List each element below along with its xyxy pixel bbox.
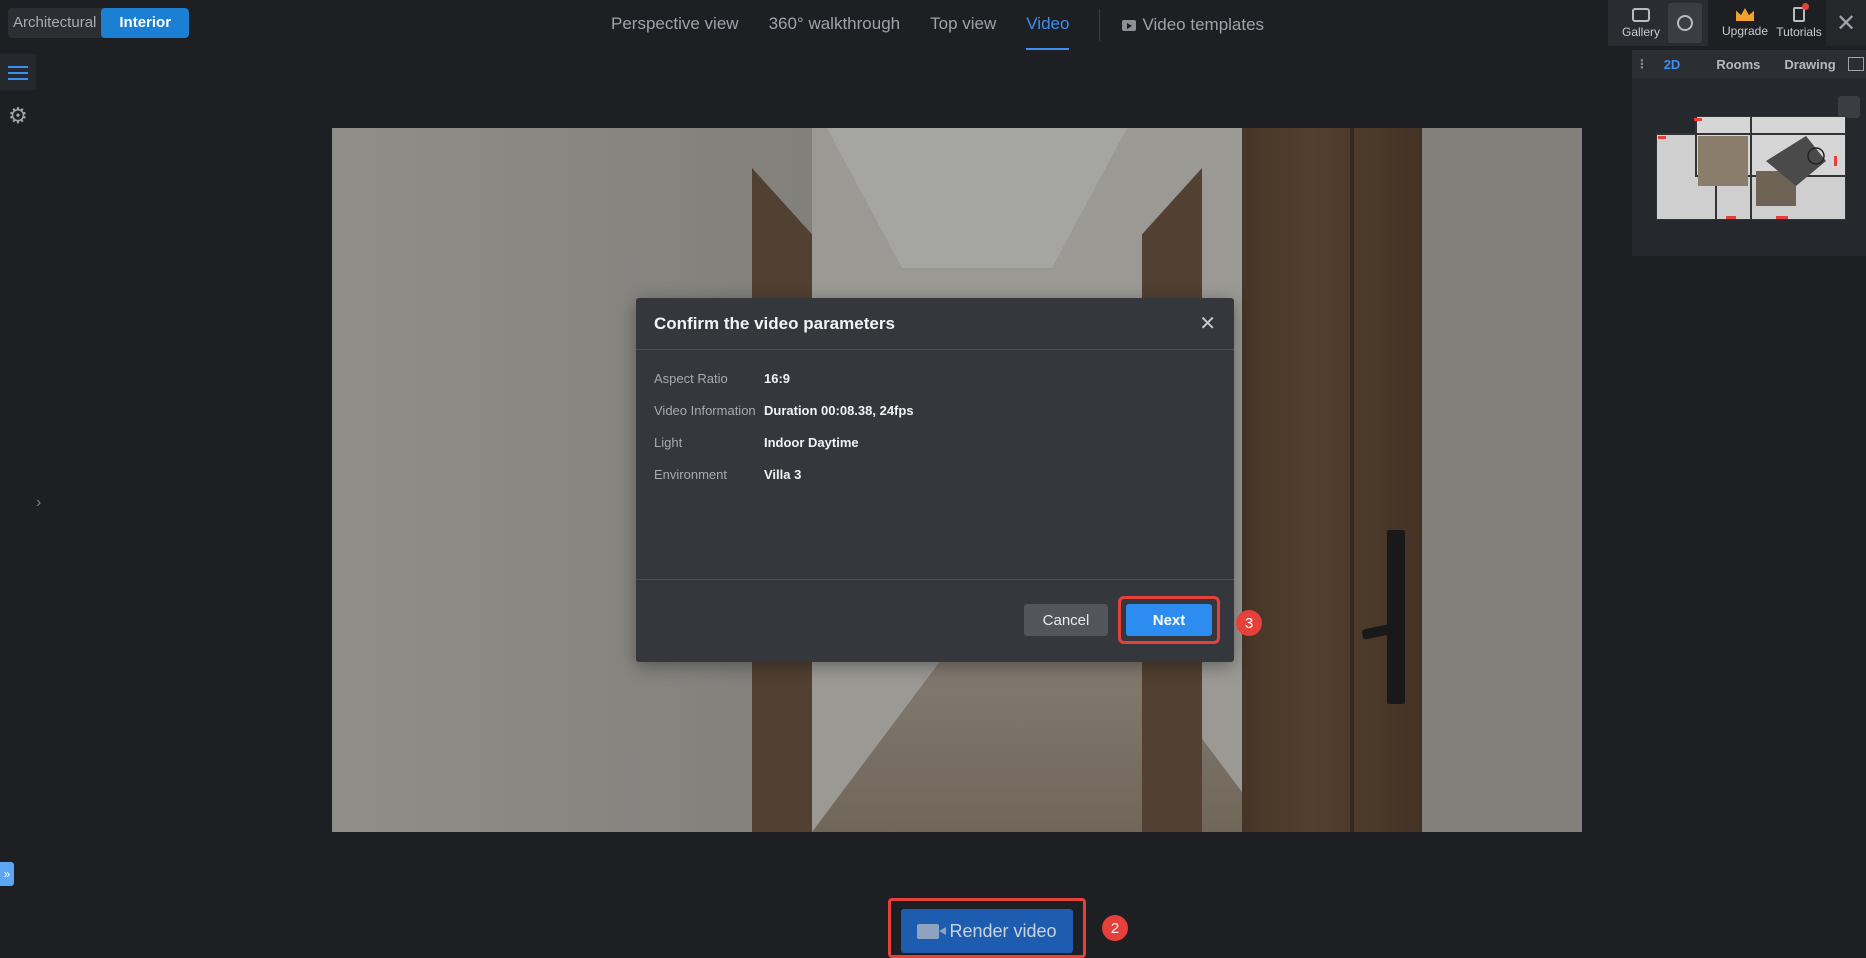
- video-template-icon: [1122, 19, 1137, 31]
- render-video-label: Render video: [949, 920, 1057, 941]
- param-label: Light: [654, 434, 683, 450]
- notification-dot: [1802, 3, 1809, 10]
- minimap-tab-drawing[interactable]: Drawing: [1772, 57, 1847, 72]
- tab-top-view[interactable]: Top view: [915, 0, 1011, 50]
- gallery-group: Gallery: [1608, 0, 1708, 46]
- param-value: Villa 3: [764, 466, 802, 482]
- param-value: Indoor Daytime: [764, 434, 859, 450]
- sliders-icon: [8, 64, 28, 80]
- param-label: Video Information: [654, 402, 756, 418]
- mode-interior[interactable]: Interior: [101, 8, 190, 38]
- mode-architectural[interactable]: Architectural: [8, 8, 101, 38]
- gallery-icon: [1632, 7, 1650, 22]
- dialog-body: Aspect Ratio 16:9 Video Information Dura…: [636, 350, 1234, 580]
- popout-icon[interactable]: [1847, 57, 1864, 71]
- chevron-right-icon[interactable]: ›: [36, 494, 41, 512]
- settings-button[interactable]: ⚙: [0, 98, 36, 134]
- param-label: Environment: [654, 466, 727, 482]
- crown-icon: [1736, 8, 1754, 21]
- minimap-panel: ⋮ 2D Rooms Drawing: [1632, 50, 1866, 256]
- param-row-environment: Environment Villa 3: [654, 458, 1216, 490]
- close-icon[interactable]: ✕: [1199, 311, 1216, 336]
- next-button[interactable]: Next: [1126, 604, 1212, 636]
- video-templates-label: Video templates: [1142, 15, 1265, 34]
- tutorials-label: Tutorials: [1776, 25, 1822, 39]
- next-highlight-box: Next: [1118, 596, 1220, 644]
- video-templates-button[interactable]: Video templates: [1122, 15, 1264, 35]
- view-tabs: Perspective view 360° walkthrough Top vi…: [596, 0, 1264, 50]
- render-video-button[interactable]: Render video: [901, 909, 1073, 953]
- minimap-tabs: ⋮ 2D Rooms Drawing: [1632, 50, 1866, 78]
- param-label: Aspect Ratio: [654, 370, 728, 386]
- tab-video[interactable]: Video: [1011, 0, 1084, 50]
- minimap-tab-2d[interactable]: 2D: [1652, 57, 1705, 72]
- cancel-button[interactable]: Cancel: [1024, 604, 1108, 636]
- step-badge-2: 2: [1102, 915, 1128, 941]
- clock-icon: [1677, 15, 1693, 31]
- expand-panel-icon[interactable]: »: [0, 862, 14, 886]
- drag-handle-icon[interactable]: ⋮: [1632, 57, 1652, 71]
- gear-icon: ⚙: [8, 103, 28, 128]
- step-badge-3: 3: [1236, 610, 1262, 636]
- video-parameters-dialog: Confirm the video parameters ✕ Aspect Ra…: [636, 298, 1234, 662]
- tutorials-button[interactable]: Tutorials: [1772, 3, 1826, 43]
- gallery-label: Gallery: [1621, 24, 1660, 39]
- render-highlight-box: Render video: [888, 898, 1086, 958]
- upgrade-label: Upgrade: [1721, 24, 1769, 38]
- book-icon: [1793, 3, 1809, 22]
- mode-toggle: Architectural Interior: [8, 8, 190, 38]
- gallery-button[interactable]: Gallery: [1614, 3, 1668, 43]
- app-root: Architectural Interior Perspective view …: [0, 0, 1866, 958]
- param-value: 16:9: [764, 370, 791, 386]
- dialog-footer: Cancel Next: [636, 580, 1234, 660]
- floor-plan-thumbnail[interactable]: [1656, 116, 1846, 220]
- dialog-header: Confirm the video parameters ✕: [636, 298, 1234, 350]
- tab-divider: [1099, 9, 1101, 41]
- minimap-tab-rooms[interactable]: Rooms: [1704, 57, 1772, 72]
- video-camera-icon: [917, 923, 947, 939]
- history-button[interactable]: [1668, 3, 1702, 43]
- top-right-toolbar: Gallery Upgrade Tutorials ✕: [1608, 0, 1866, 46]
- dialog-title: Confirm the video parameters: [654, 313, 895, 333]
- tab-360-walkthrough[interactable]: 360° walkthrough: [754, 0, 916, 50]
- param-row-video-information: Video Information Duration 00:08.38, 24f…: [654, 394, 1216, 426]
- param-value: Duration 00:08.38, 24fps: [764, 402, 914, 418]
- param-row-light: Light Indoor Daytime: [654, 426, 1216, 458]
- close-icon[interactable]: ✕: [1826, 0, 1866, 46]
- upgrade-button[interactable]: Upgrade: [1718, 3, 1772, 43]
- expand-icon[interactable]: [1838, 96, 1860, 118]
- tab-perspective-view[interactable]: Perspective view: [596, 0, 754, 50]
- adjust-panel-button[interactable]: [0, 54, 36, 90]
- param-row-aspect-ratio: Aspect Ratio 16:9: [654, 362, 1216, 394]
